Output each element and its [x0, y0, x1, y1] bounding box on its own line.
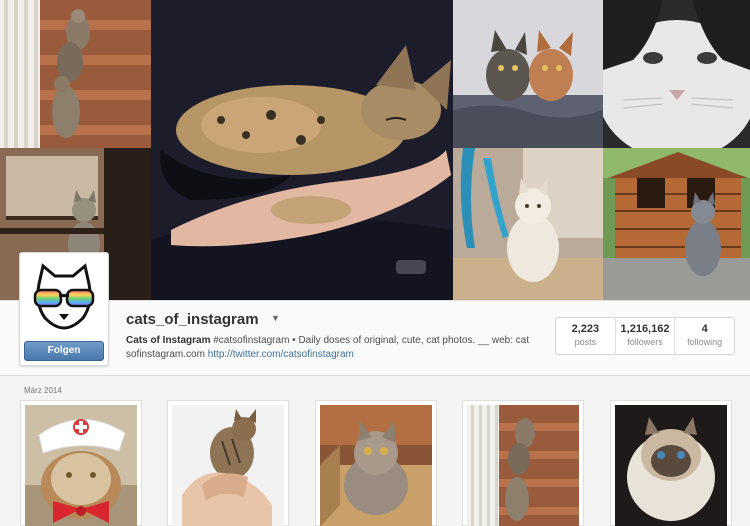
- stat-posts-value: 2,223: [571, 323, 600, 335]
- collage-photo-bw-cat-face[interactable]: [603, 0, 750, 148]
- chevron-down-icon[interactable]: ▼: [271, 313, 280, 323]
- photo-thumb-kitten-in-hands[interactable]: [167, 400, 289, 526]
- stat-followers[interactable]: 1,216,162 followers: [616, 318, 676, 354]
- month-label: März 2014: [24, 386, 62, 395]
- collage-photo-white-kitten-toy[interactable]: [453, 148, 603, 300]
- follow-button[interactable]: Folgen: [24, 341, 104, 361]
- profile-bio: Cats of Instagram #catsofinstagram • Dai…: [126, 334, 536, 362]
- stat-posts-label: posts: [574, 337, 597, 347]
- collage-photo-stairs-cats[interactable]: [0, 0, 151, 148]
- bio-link[interactable]: http://twitter.com/catsofinstagram: [208, 349, 354, 360]
- profile-stats: 2,223 posts 1,216,162 followers 4 follow…: [555, 317, 735, 355]
- profile-display-name: Cats of Instagram: [126, 335, 211, 346]
- stat-followers-label: followers: [627, 337, 663, 347]
- profile-page: Folgen cats_of_instagram ▼ Cats of Insta…: [0, 0, 750, 526]
- collage-photo-two-kittens[interactable]: [453, 0, 603, 148]
- collage-photo-sleeping-kitten[interactable]: [151, 0, 453, 300]
- photo-thumb-stairs-cats[interactable]: [462, 400, 584, 526]
- stat-followers-value: 1,216,162: [620, 323, 670, 335]
- stat-posts[interactable]: 2,223 posts: [556, 318, 616, 354]
- photo-thumb-nurse-cat[interactable]: [20, 400, 142, 526]
- photo-thumb-fluffy-cat[interactable]: [610, 400, 732, 526]
- collage-photo-cat-by-shed[interactable]: [603, 148, 750, 300]
- stat-following-value: 4: [701, 323, 708, 335]
- stat-following[interactable]: 4 following: [675, 318, 734, 354]
- avatar[interactable]: [25, 258, 103, 336]
- avatar-card: Folgen: [19, 252, 109, 366]
- stat-following-label: following: [687, 337, 723, 347]
- photo-thumb-cat-in-box[interactable]: [315, 400, 437, 526]
- cat-sunglasses-logo-icon: [25, 258, 103, 336]
- header-collage: [0, 0, 750, 300]
- profile-username[interactable]: cats_of_instagram: [126, 311, 259, 328]
